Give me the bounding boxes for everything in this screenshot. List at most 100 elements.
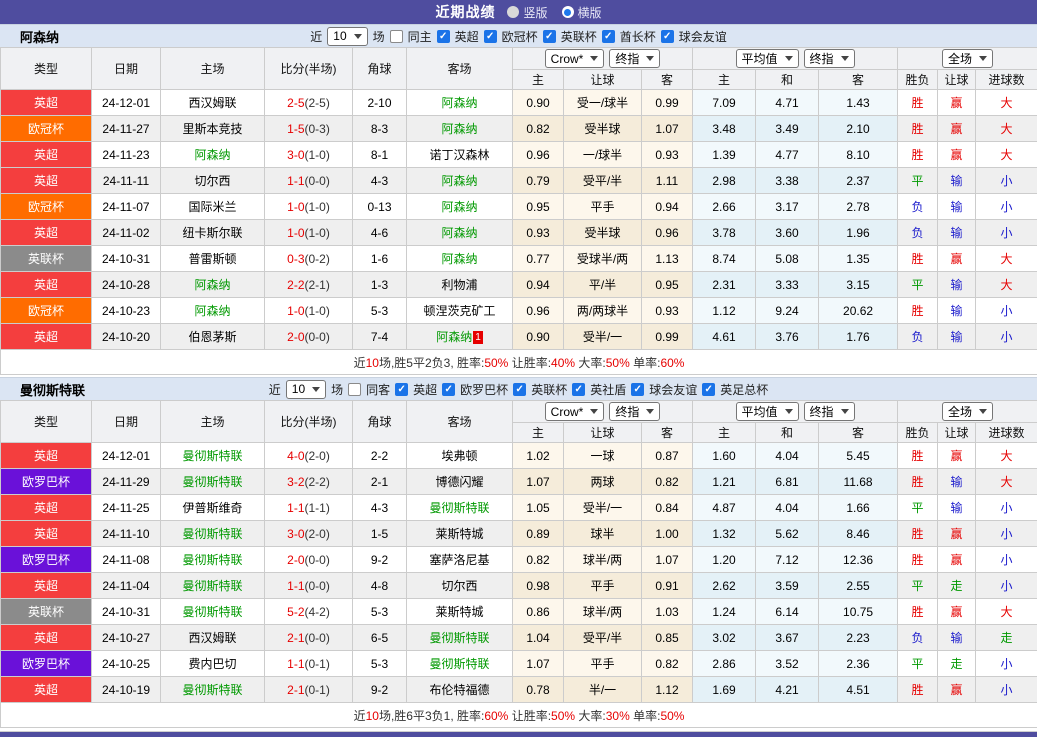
league-checkbox[interactable]: ✓ (631, 382, 645, 396)
handicap-result: 输 (937, 323, 977, 350)
league-checkbox[interactable]: ✓ (660, 29, 674, 43)
league-checkbox[interactable]: ✓ (395, 382, 409, 396)
view-radio-vertical[interactable]: 竖版 (507, 4, 548, 21)
home-team[interactable]: 曼彻斯特联 (182, 683, 242, 697)
away-team[interactable]: 阿森纳 (436, 330, 472, 344)
avg-away-odds: 2.37 (818, 167, 899, 194)
avg-draw-odds: 6.14 (755, 598, 820, 625)
away-team[interactable]: 布伦特福德 (429, 683, 489, 697)
away-team-cell: 布伦特福德 (406, 676, 513, 703)
home-team[interactable]: 阿森纳 (194, 278, 230, 292)
home-team[interactable]: 曼彻斯特联 (182, 553, 242, 567)
away-team[interactable]: 阿森纳 (441, 122, 477, 136)
avg-home-odds: 4.87 (692, 494, 757, 521)
away-team[interactable]: 塞萨洛尼基 (429, 553, 489, 567)
away-team[interactable]: 莱斯特城 (435, 527, 483, 541)
handicap-line: 平手 (563, 650, 642, 677)
away-team[interactable]: 利物浦 (441, 278, 477, 292)
home-team[interactable]: 切尔西 (194, 174, 230, 188)
handicap-line: 受半/一 (563, 494, 642, 521)
home-team[interactable]: 费内巴切 (188, 657, 236, 671)
away-team[interactable]: 博德闪耀 (435, 475, 483, 489)
match-date: 24-11-07 (91, 193, 161, 220)
away-team[interactable]: 阿森纳 (441, 174, 477, 188)
match-row: 英联杯 24-10-31 普雷斯顿 0-3(0-2) 1-6 阿森纳 0.77 受球半/两 1.… (0, 245, 1037, 272)
home-team[interactable]: 曼彻斯特联 (182, 527, 242, 541)
league-checkbox-label: 球会友谊 (649, 382, 698, 397)
odds-source-select[interactable]: Crow* (544, 402, 605, 421)
league-checkbox[interactable]: ✓ (442, 382, 456, 396)
avg-draw-odds: 4.21 (755, 676, 820, 703)
odds-index-select[interactable]: 终指 (609, 49, 661, 68)
home-team[interactable]: 曼彻斯特联 (182, 475, 242, 489)
away-team[interactable]: 阿森纳 (441, 200, 477, 214)
summary-segment: 大率: (575, 708, 606, 723)
avg-source-select[interactable]: 平均值 (735, 49, 799, 68)
odds-index-select[interactable]: 终指 (609, 402, 661, 421)
avg-index-select[interactable]: 终指 (803, 402, 855, 421)
scope-select[interactable]: 全场 (942, 49, 994, 68)
avg-home-odds: 1.20 (692, 546, 757, 573)
scope-select[interactable]: 全场 (942, 402, 994, 421)
away-team[interactable]: 顿涅茨克矿工 (423, 304, 495, 318)
home-team[interactable]: 里斯本竞技 (182, 122, 242, 136)
league-checkbox[interactable]: ✓ (702, 382, 716, 396)
home-team[interactable]: 曼彻斯特联 (182, 605, 242, 619)
home-team[interactable]: 阿森纳 (194, 148, 230, 162)
result-sub-header: 让球 (937, 69, 977, 90)
away-team[interactable]: 阿森纳 (441, 96, 477, 110)
home-team[interactable]: 曼彻斯特联 (182, 579, 242, 593)
avg-selects-cell: 平均值 终指 (692, 400, 899, 423)
away-team[interactable]: 阿森纳 (441, 226, 477, 240)
avg-home-odds: 1.32 (692, 520, 757, 547)
away-team[interactable]: 曼彻斯特联 (429, 657, 489, 671)
away-team[interactable]: 诺丁汉森林 (429, 148, 489, 162)
avg-draw-odds: 3.60 (755, 219, 820, 246)
home-team[interactable]: 曼彻斯特联 (182, 449, 242, 463)
away-team[interactable]: 阿森纳 (441, 252, 477, 266)
handicap-line: 平手 (563, 193, 642, 220)
league-checkbox[interactable]: ✓ (483, 29, 497, 43)
league-badge: 英联杯 (0, 245, 92, 272)
chevron-down-icon (590, 56, 599, 61)
league-checkbox[interactable]: ✓ (572, 382, 586, 396)
away-team[interactable]: 切尔西 (441, 579, 477, 593)
avg-source-select[interactable]: 平均值 (735, 402, 799, 421)
away-team[interactable]: 曼彻斯特联 (429, 501, 489, 515)
home-odds: 0.86 (512, 598, 564, 625)
match-count-select[interactable]: 10 (285, 379, 327, 399)
away-team-cell: 阿森纳 (406, 167, 513, 194)
league-badge: 欧罗巴杯 (0, 546, 92, 573)
home-odds: 0.94 (512, 271, 564, 298)
away-team[interactable]: 曼彻斯特联 (429, 631, 489, 645)
col-header: 比分(半场) (264, 400, 353, 443)
home-team[interactable]: 西汉姆联 (188, 96, 236, 110)
away-odds: 1.12 (640, 676, 694, 703)
same-venue-checkbox[interactable] (348, 382, 362, 396)
home-team[interactable]: 伯恩茅斯 (188, 330, 236, 344)
avg-index-select[interactable]: 终指 (803, 49, 855, 68)
home-team[interactable]: 国际米兰 (188, 200, 236, 214)
home-team[interactable]: 阿森纳 (194, 304, 230, 318)
away-team[interactable]: 莱斯特城 (435, 605, 483, 619)
home-team[interactable]: 西汉姆联 (188, 631, 236, 645)
league-checkbox[interactable]: ✓ (601, 29, 615, 43)
away-team[interactable]: 埃弗顿 (441, 449, 477, 463)
same-venue-checkbox[interactable] (389, 29, 403, 43)
over-under-result: 小 (975, 520, 1037, 547)
home-team[interactable]: 普雷斯顿 (188, 252, 236, 266)
team-section: 曼彻斯特联近 10 场同客 ✓ 英超 ✓ 欧罗巴杯 ✓ 英联杯 ✓ 英社盾 ✓ 球会友谊 ✓ 英足总杯 类型日… (0, 377, 1037, 728)
summary-segment: 让胜率: (508, 355, 552, 370)
home-team[interactable]: 纽卡斯尔联 (182, 226, 242, 240)
home-team[interactable]: 伊普斯维奇 (182, 501, 242, 515)
odds-source-select[interactable]: Crow* (544, 49, 605, 68)
league-checkbox[interactable]: ✓ (436, 29, 450, 43)
league-checkbox[interactable]: ✓ (513, 382, 527, 396)
score-cell: 0-3(0-2) (264, 245, 353, 272)
win-draw-loss: 平 (897, 271, 939, 298)
league-checkbox[interactable]: ✓ (542, 29, 556, 43)
score-cell: 3-2(2-2) (264, 468, 353, 495)
match-count-select[interactable]: 10 (327, 26, 368, 46)
over-under-result: 大 (975, 598, 1037, 625)
view-radio-horizontal[interactable]: 横版 (561, 4, 602, 21)
